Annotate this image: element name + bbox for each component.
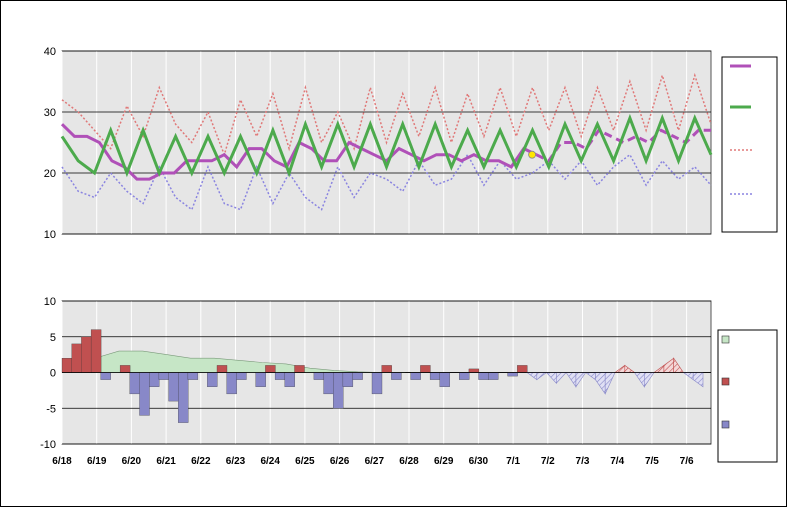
top-legend-box — [721, 56, 778, 233]
climate-chart: 10 20 30 40 -10 -5 0 5 10 6/18 6/19 6/20 6/21 6/22 6/2… — [40, 46, 778, 467]
x-date-label: 7/6 — [680, 456, 694, 467]
diff-negative-bar — [439, 372, 450, 387]
diff-negative-bar — [284, 372, 295, 387]
x-date-label: 6/19 — [87, 456, 107, 467]
diff-negative-bar — [100, 372, 111, 380]
diff-positive-bar — [517, 365, 528, 373]
x-date-label: 7/2 — [541, 456, 555, 467]
diff-negative-bar — [333, 372, 344, 409]
x-date-label: 6/18 — [52, 456, 72, 467]
diff-positive-bar — [90, 329, 102, 373]
bottom-y-tick-label: -5 — [46, 403, 56, 415]
top-y-tick-label: 30 — [44, 107, 56, 119]
diff-negative-bar — [255, 372, 266, 387]
x-date-label: 7/4 — [610, 456, 624, 467]
diff-positive-bar — [119, 365, 131, 373]
x-date-label: 6/29 — [434, 456, 454, 467]
diff-negative-bar — [274, 372, 286, 380]
diff-negative-bar — [352, 372, 363, 380]
legend-positive-swatch — [721, 377, 730, 386]
diff-negative-bar — [129, 372, 140, 395]
diff-negative-bar — [139, 372, 150, 416]
top-y-tick-label: 40 — [44, 46, 56, 58]
diff-negative-bar — [371, 372, 383, 395]
diff-negative-bar — [226, 372, 237, 395]
x-date-label: 6/25 — [295, 456, 315, 467]
x-date-label: 7/1 — [506, 456, 520, 467]
top-y-tick-label: 10 — [44, 229, 56, 241]
legend-cumulative-swatch — [721, 335, 730, 344]
diff-negative-bar — [410, 372, 421, 380]
diff-negative-bar — [178, 372, 189, 423]
diff-positive-bar — [294, 365, 305, 373]
diff-negative-bar — [507, 372, 518, 377]
diff-negative-bar — [158, 372, 170, 380]
x-date-label: 6/21 — [156, 456, 176, 467]
diff-positive-bar — [81, 336, 92, 373]
diff-negative-bar — [342, 372, 354, 387]
diff-negative-bar — [168, 372, 179, 402]
x-date-label: 6/22 — [191, 456, 211, 467]
diff-positive-bar — [381, 365, 392, 373]
diff-negative-bar — [207, 372, 218, 387]
x-date-label: 7/5 — [645, 456, 659, 467]
bottom-legend-box — [717, 329, 778, 463]
current-marker — [528, 150, 536, 159]
x-date-label: 6/28 — [399, 456, 419, 467]
bottom-y-tick-label: 0 — [50, 368, 56, 380]
x-date-label: 6/20 — [122, 456, 142, 467]
diff-positive-bar — [61, 358, 73, 373]
x-date-label: 6/24 — [260, 456, 280, 467]
diff-negative-bar — [323, 372, 334, 395]
diff-negative-bar — [488, 372, 499, 380]
diff-negative-bar — [236, 372, 247, 380]
diff-positive-bar — [216, 365, 228, 373]
legend-negative-swatch — [721, 420, 730, 429]
diff-positive-bar — [71, 343, 82, 373]
diff-positive-bar — [468, 368, 480, 373]
bottom-y-tick-label: 10 — [44, 296, 56, 308]
x-date-label: 6/26 — [330, 456, 350, 467]
diff-negative-bar — [313, 372, 325, 380]
diff-negative-bar — [149, 372, 160, 387]
bottom-y-tick-label: -10 — [40, 439, 56, 451]
x-date-label: 7/3 — [576, 456, 590, 467]
bottom-y-tick-label: 5 — [50, 332, 56, 344]
diff-negative-bar — [187, 372, 199, 380]
diff-positive-bar — [265, 365, 276, 373]
x-date-label: 6/27 — [365, 456, 385, 467]
diff-negative-bar — [478, 372, 489, 380]
diff-positive-bar — [420, 365, 431, 373]
diff-negative-bar — [429, 372, 441, 380]
top-y-tick-label: 20 — [44, 168, 56, 180]
diff-negative-bar — [391, 372, 402, 380]
diff-negative-bar — [459, 372, 470, 380]
x-date-label: 6/30 — [469, 456, 489, 467]
x-date-label: 6/23 — [226, 456, 246, 467]
